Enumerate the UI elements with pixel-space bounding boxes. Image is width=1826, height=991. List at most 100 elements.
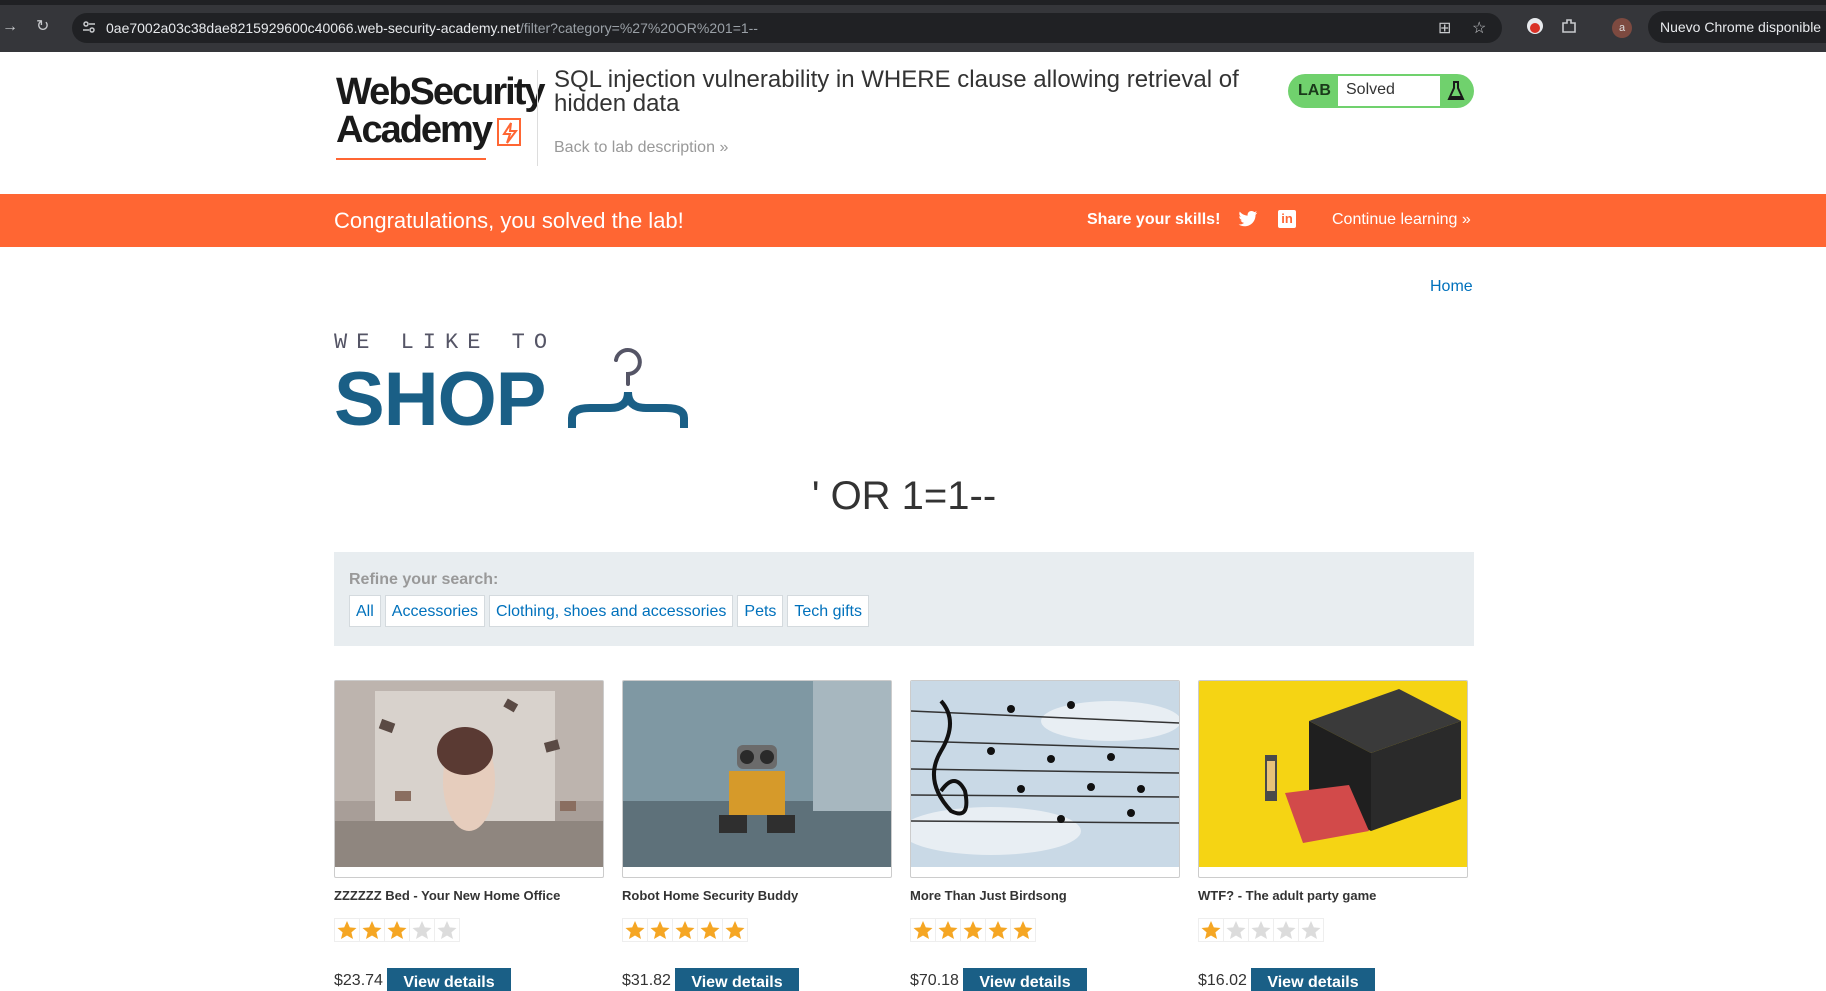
category-pets[interactable]: Pets [737, 595, 784, 627]
logo-line2-text: Academy [336, 109, 493, 151]
product-rating [910, 918, 1036, 942]
share-skills-label: Share your skills! [1087, 211, 1221, 228]
star-empty-icon [1249, 919, 1273, 941]
star-filled-icon [723, 919, 747, 941]
refine-search-label: Refine your search: [349, 571, 499, 588]
product-name: Robot Home Security Buddy [622, 888, 799, 903]
category-tech-gifts[interactable]: Tech gifts [787, 595, 869, 627]
flask-icon [1447, 81, 1465, 100]
lab-status-badge: LAB Solved [1288, 74, 1474, 108]
bookmark-star-icon[interactable]: ☆ [1472, 18, 1486, 38]
star-empty-icon [1299, 919, 1323, 941]
lab-status-text: Solved [1338, 76, 1440, 106]
back-to-lab-description-link[interactable]: Back to lab description » [554, 139, 728, 157]
continue-learning-label: Continue learning [1332, 211, 1458, 228]
linkedin-icon[interactable]: in [1278, 210, 1296, 228]
product-name: ZZZZZZ Bed - Your New Home Office [334, 888, 561, 903]
star-empty-icon [410, 919, 434, 941]
congratulations-text: Congratulations, you solved the lab! [334, 208, 684, 233]
profile-avatar[interactable]: a [1612, 18, 1632, 38]
star-filled-icon [936, 919, 960, 941]
product-name: WTF? - The adult party game [1198, 888, 1377, 903]
star-filled-icon [673, 919, 697, 941]
forward-icon[interactable]: → [2, 18, 18, 36]
page-heading: ' OR 1=1-- [811, 474, 997, 518]
logo-line2: Academy [336, 109, 536, 151]
product-image[interactable] [1198, 680, 1468, 878]
product-card: WTF? - The adult party game $16.02 View … [1198, 680, 1468, 991]
logo-line1: WebSecurity [336, 71, 545, 113]
chevron-double-right-icon: » [719, 139, 729, 156]
view-details-button[interactable]: View details [675, 968, 799, 991]
product-price: $16.02 [1198, 972, 1247, 989]
we-like-to-shop-logo: WE LIKE TO SHOP [334, 330, 694, 442]
star-filled-icon [1199, 919, 1223, 941]
star-filled-icon [986, 919, 1010, 941]
view-details-button[interactable]: View details [1251, 968, 1375, 991]
product-price: $70.18 [910, 972, 959, 989]
lab-title: SQL injection vulnerability in WHERE cla… [554, 66, 1239, 117]
twitter-icon[interactable] [1238, 210, 1258, 228]
product-photo-bed [335, 681, 603, 867]
view-details-button[interactable]: View details [387, 968, 511, 991]
translate-icon[interactable]: ⊞ [1438, 18, 1451, 38]
product-image[interactable] [622, 680, 892, 878]
category-filters: All Accessories Clothing, shoes and acce… [349, 595, 869, 627]
product-photo-robot [623, 681, 891, 867]
product-name: More Than Just Birdsong [910, 888, 1067, 903]
star-filled-icon [385, 919, 409, 941]
continue-learning-link[interactable]: Continue learning » [1332, 211, 1471, 229]
logo-underline [336, 158, 486, 160]
academy-header: WebSecurity Academy SQL injection vulner… [0, 52, 1826, 194]
extensions-puzzle-icon[interactable] [1560, 17, 1578, 35]
hanger-icon [568, 348, 688, 428]
star-empty-icon [435, 919, 459, 941]
reload-icon[interactable]: ↻ [36, 18, 49, 36]
back-link-label: Back to lab description [554, 139, 715, 156]
product-card: More Than Just Birdsong $70.18 View deta… [910, 680, 1180, 991]
product-card: Robot Home Security Buddy $31.82 View de… [622, 680, 892, 991]
star-empty-icon [1224, 919, 1248, 941]
star-filled-icon [335, 919, 359, 941]
site-info-icon[interactable] [82, 20, 96, 34]
product-photo-party-game [1199, 681, 1467, 867]
url-host: 0ae7002a03c38dae8215929600c40066.web-sec… [106, 20, 520, 36]
update-chrome-button[interactable]: Nuevo Chrome disponible [1648, 11, 1826, 43]
product-image[interactable] [334, 680, 604, 878]
header-divider [537, 70, 538, 166]
star-filled-icon [360, 919, 384, 941]
home-link[interactable]: Home [1430, 278, 1473, 296]
url-text: 0ae7002a03c38dae8215929600c40066.web-sec… [106, 20, 758, 36]
product-card: ZZZZZZ Bed - Your New Home Office $23.74… [334, 680, 604, 991]
address-bar[interactable]: 0ae7002a03c38dae8215929600c40066.web-sec… [72, 13, 1502, 43]
star-filled-icon [698, 919, 722, 941]
star-filled-icon [1011, 919, 1035, 941]
star-filled-icon [961, 919, 985, 941]
product-image[interactable] [910, 680, 1180, 878]
star-filled-icon [623, 919, 647, 941]
tab-strip [0, 0, 1826, 5]
filter-panel: Refine your search: All Accessories Clot… [334, 552, 1474, 646]
view-details-button[interactable]: View details [963, 968, 1087, 991]
category-all[interactable]: All [349, 595, 381, 627]
product-photo-birdsong [911, 681, 1179, 867]
star-empty-icon [1274, 919, 1298, 941]
category-accessories[interactable]: Accessories [384, 595, 486, 627]
browser-toolbar: → ↻ 0ae7002a03c38dae8215929600c40066.web… [0, 0, 1826, 52]
product-rating [1198, 918, 1324, 942]
star-filled-icon [648, 919, 672, 941]
lab-label: LAB [1298, 82, 1331, 99]
solved-banner: Congratulations, you solved the lab! Sha… [0, 194, 1826, 247]
lightning-bolt-icon [496, 118, 521, 146]
web-security-academy-logo[interactable]: WebSecurity Academy [336, 71, 545, 160]
product-rating [622, 918, 748, 942]
star-filled-icon [911, 919, 935, 941]
product-price: $23.74 [334, 972, 383, 989]
shop-logo-title: SHOP [334, 357, 546, 442]
url-path: /filter?category=%27%20OR%201=1-- [519, 20, 758, 36]
category-clothing[interactable]: Clothing, shoes and accessories [489, 595, 734, 627]
product-price: $31.82 [622, 972, 671, 989]
product-rating [334, 918, 460, 942]
extension-icon[interactable] [1526, 17, 1544, 35]
chevron-double-right-icon: » [1461, 211, 1471, 228]
